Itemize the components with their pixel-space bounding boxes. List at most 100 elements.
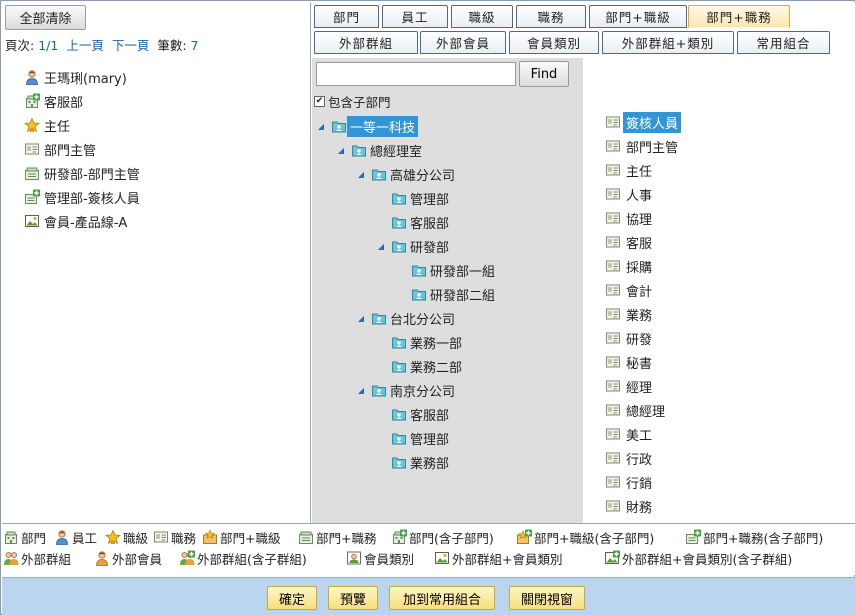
legend-item: 外部群組(含子群組) [179, 548, 307, 568]
list-card-icon [605, 474, 621, 490]
tree-node[interactable]: 研發部二組 [396, 283, 498, 305]
include-subdept-checkbox[interactable]: ✔ 包含子部門 [314, 92, 391, 111]
tree-node[interactable]: ◢ 高雄分公司 [356, 163, 458, 185]
add-common-button[interactable]: 加到常用組合 [389, 586, 495, 610]
tree-folder-icon [391, 190, 407, 206]
tab-row1-1[interactable]: 員工 [382, 5, 448, 28]
tree-node[interactable]: 管理部 [376, 427, 452, 449]
tree-node[interactable]: ◢ 南京分公司 [356, 379, 458, 401]
job-item[interactable]: 採購 [605, 255, 655, 277]
find-button[interactable]: Find [519, 61, 569, 87]
legend-item-label: 會員類別 [364, 551, 415, 567]
job-item[interactable]: 協理 [605, 207, 655, 229]
tree-folder-icon [371, 310, 387, 326]
tree-node[interactable]: 研發部一組 [396, 259, 498, 281]
page-value: 1/1 [38, 38, 59, 53]
expand-toggle-icon[interactable]: ◢ [376, 242, 386, 251]
next-page-link[interactable]: 下一頁 [112, 38, 150, 53]
selected-item[interactable]: 會員-產品線-A [24, 209, 140, 233]
prev-page-link[interactable]: 上一頁 [66, 38, 104, 53]
tree-node-label: 客服部 [410, 216, 450, 232]
tab-row2-0[interactable]: 外部群組 [314, 31, 418, 54]
legend-item: 員工 [54, 527, 97, 547]
tree-node[interactable]: 客服部 [376, 211, 452, 233]
tree-node[interactable]: 業務二部 [376, 355, 465, 377]
member-group-sub-icon [604, 550, 620, 566]
clear-all-button[interactable]: 全部清除 [5, 5, 86, 30]
job-item[interactable]: 研發 [605, 327, 655, 349]
job-item[interactable]: 客服 [605, 231, 655, 253]
expand-toggle-icon[interactable]: ◢ [356, 170, 366, 179]
tree-node[interactable]: ◢ 研發部 [376, 235, 452, 257]
job-item-label: 研發 [626, 332, 653, 348]
tree-node-label: 客服部 [410, 408, 450, 424]
external-group-icon [3, 550, 19, 566]
job-item[interactable]: 總經理 [605, 399, 668, 421]
tree-node[interactable]: ◢ 一等一科技 [316, 115, 419, 137]
tree-node[interactable]: 管理部 [376, 187, 452, 209]
tab-row1-4[interactable]: 部門+職級 [589, 5, 687, 28]
selected-item-label: 研發部-部門主管 [44, 167, 140, 183]
selected-item[interactable]: 部門主管 [24, 137, 140, 161]
include-subdept-label: 包含子部門 [328, 95, 391, 110]
tree-folder-icon [371, 382, 387, 398]
tab-row2-1[interactable]: 外部會員 [420, 31, 506, 54]
legend-item: 外部群組+會員類別(含子群組) [604, 548, 792, 568]
expand-toggle-icon[interactable]: ◢ [336, 146, 346, 155]
job-item[interactable]: 簽核人員 [605, 111, 682, 133]
selected-item[interactable]: 主任 [24, 113, 140, 137]
job-item[interactable]: 部門主管 [605, 135, 681, 157]
tree-folder-icon [371, 166, 387, 182]
selected-item[interactable]: 客服部 [24, 89, 140, 113]
search-input[interactable] [316, 62, 516, 86]
job-item[interactable]: 經理 [605, 375, 655, 397]
tree-folder-icon [391, 406, 407, 422]
expand-toggle-icon[interactable]: ◢ [356, 314, 366, 323]
tab-row2-2[interactable]: 會員類別 [509, 31, 599, 54]
job-item[interactable]: 財務 [605, 495, 655, 517]
tree-folder-icon [411, 286, 427, 302]
job-item[interactable]: 業務 [605, 303, 655, 325]
tab-row1-0[interactable]: 部門 [314, 5, 379, 28]
list-card-icon [605, 234, 621, 250]
expand-toggle-icon[interactable]: ◢ [316, 122, 326, 131]
legend-item-label: 外部群組(含子群組) [197, 551, 307, 567]
expand-toggle-icon[interactable]: ◢ [356, 386, 366, 395]
close-window-button[interactable]: 關閉視窗 [509, 586, 585, 610]
job-item[interactable]: 行政 [605, 447, 655, 469]
tree-node[interactable]: 業務一部 [376, 331, 465, 353]
tab-row2-4[interactable]: 常用組合 [737, 31, 830, 54]
legend-item: 職務 [153, 527, 196, 547]
job-item-label: 會計 [626, 284, 653, 300]
tree-node-label: 高雄分公司 [390, 168, 456, 184]
job-item[interactable]: 主任 [605, 159, 655, 181]
selected-item-label: 王瑪琍(mary) [44, 71, 127, 87]
selected-item[interactable]: 王瑪琍(mary) [24, 65, 140, 89]
tab-row1-2[interactable]: 職級 [451, 5, 513, 28]
tree-node[interactable]: 客服部 [376, 403, 452, 425]
preview-button[interactable]: 預覽 [328, 586, 378, 610]
tree-node[interactable]: 業務部 [376, 451, 452, 473]
tree-folder-icon [391, 214, 407, 230]
confirm-button[interactable]: 確定 [267, 586, 317, 610]
department-sub-icon [24, 93, 40, 109]
list-card-icon [605, 330, 621, 346]
job-item[interactable]: 行銷 [605, 471, 655, 493]
job-item[interactable]: 會計 [605, 279, 655, 301]
tab-row1-3[interactable]: 職務 [516, 5, 586, 28]
job-item[interactable]: 秘書 [605, 351, 655, 373]
tree-node[interactable]: ◢ 台北分公司 [356, 307, 458, 329]
job-item[interactable]: 人事 [605, 183, 655, 205]
job-item-label: 美工 [626, 428, 653, 444]
job-item-label: 總經理 [626, 404, 666, 420]
job-item-label: 客服 [626, 236, 653, 252]
tab-row1-5[interactable]: 部門+職務 [688, 5, 790, 28]
tab-row2-3[interactable]: 外部群組+類別 [602, 31, 734, 54]
tree-node[interactable]: ◢ 總經理室 [336, 139, 425, 161]
selected-item[interactable]: 研發部-部門主管 [24, 161, 140, 185]
selected-item[interactable]: 管理部-簽核人員 [24, 185, 140, 209]
job-item[interactable]: 美工 [605, 423, 655, 445]
job-title-icon [153, 529, 169, 545]
checkbox-box[interactable]: ✔ [314, 96, 325, 107]
job-item-label: 財務 [626, 500, 653, 516]
